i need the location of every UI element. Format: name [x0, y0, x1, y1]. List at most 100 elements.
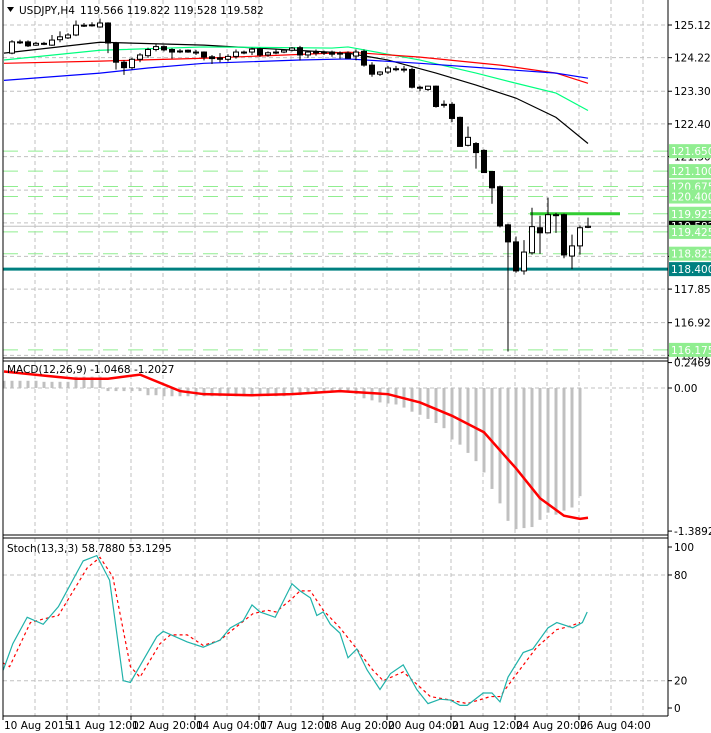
- level-label: 119.925: [671, 209, 711, 221]
- macd-histogram-bar: [26, 380, 30, 388]
- candle-bearish: [505, 224, 511, 243]
- candle-bullish: [41, 42, 47, 45]
- level-label: 118.825: [671, 249, 711, 261]
- candle-bullish: [233, 51, 239, 57]
- time-axis-label: 12 Aug 20:00: [132, 720, 203, 732]
- macd-title: MACD(12,26,9) -1.0468 -1.2027: [7, 364, 174, 376]
- macd-histogram-bar: [434, 388, 438, 424]
- stoch-axis-label: 100: [674, 542, 694, 554]
- candle-bullish: [49, 39, 55, 46]
- price-axis-label: 123.300: [674, 86, 711, 98]
- candle-bullish: [337, 52, 343, 55]
- candle-bullish: [545, 214, 551, 234]
- candle-bullish: [17, 41, 23, 44]
- macd-histogram-bar: [530, 388, 534, 528]
- time-axis-label: 21 Aug 12:00: [452, 720, 523, 732]
- candle-bullish: [353, 51, 359, 57]
- trading-chart[interactable]: 125.125124.225123.300122.400121.500118.7…: [0, 0, 711, 733]
- candle-bullish: [73, 24, 79, 36]
- candle-bearish: [209, 56, 215, 60]
- macd-histogram-bar: [146, 388, 150, 396]
- candle-bullish: [425, 85, 431, 90]
- candle-bearish: [457, 116, 463, 147]
- time-axis-label: 10 Aug 2015: [4, 720, 71, 732]
- macd-histogram-bar: [114, 388, 118, 392]
- candle-bullish: [89, 24, 95, 27]
- macd-histogram-bar: [50, 381, 54, 388]
- candle-bearish: [393, 68, 399, 71]
- macd-histogram-bar: [482, 388, 486, 473]
- macd-histogram-bar: [546, 388, 550, 513]
- macd-axis-label: -1.3892: [674, 526, 711, 538]
- level-label: 119.425: [671, 227, 711, 239]
- candle-bullish: [153, 46, 159, 51]
- stoch-axis-label: 0: [674, 703, 681, 715]
- macd-histogram-bar: [34, 380, 38, 388]
- candle-bullish: [385, 67, 391, 73]
- macd-histogram-bar: [18, 380, 22, 388]
- candle-bullish: [177, 50, 183, 53]
- macd-axis-label: 0.00: [674, 383, 697, 395]
- candle-bullish: [249, 48, 255, 53]
- macd-axis-label: 0.2469: [674, 358, 711, 370]
- time-axis-label: 20 Aug 04:00: [388, 720, 459, 732]
- candle-bearish: [481, 149, 487, 174]
- macd-histogram-bar: [130, 388, 134, 392]
- candle-bullish: [145, 49, 151, 57]
- candle-bearish: [185, 49, 191, 53]
- stoch-title: Stoch(13,3,3) 58.7880 53.1295: [7, 543, 172, 555]
- candle-bullish: [585, 225, 591, 228]
- price-axis-label: 124.225: [674, 53, 711, 65]
- candle-bullish: [33, 42, 39, 46]
- candle-bullish: [9, 41, 15, 54]
- candle-bullish: [553, 214, 559, 217]
- stoch-axis-label: 20: [674, 676, 687, 688]
- candle-bearish: [401, 68, 407, 71]
- macd-histogram-bar: [58, 381, 62, 388]
- candle-bullish: [97, 22, 103, 28]
- candle-bullish: [289, 47, 295, 51]
- candle-bearish: [449, 103, 455, 119]
- candle-bearish: [345, 52, 351, 59]
- level-label: 121.650: [671, 146, 711, 158]
- price-axis-label: 117.850: [674, 284, 711, 296]
- candle-bearish: [217, 57, 223, 60]
- ohlc-values: 119.566 119.822 119.528 119.582: [80, 5, 264, 17]
- candle-bullish: [241, 51, 247, 54]
- candle-bearish: [169, 49, 175, 53]
- time-axis-label: 14 Aug 04:00: [196, 720, 267, 732]
- macd-histogram-bar: [466, 388, 470, 453]
- candle-bearish: [201, 51, 207, 58]
- candle-bearish: [417, 86, 423, 89]
- candle-bullish: [273, 51, 279, 54]
- candle-bearish: [297, 47, 303, 56]
- price-axis-label: 116.925: [674, 318, 711, 330]
- candle-bullish: [377, 71, 383, 75]
- candle-bullish: [57, 36, 63, 41]
- macd-histogram-bar: [522, 388, 526, 529]
- candle-bullish: [569, 245, 575, 257]
- candle-bearish: [473, 143, 479, 154]
- macd-histogram-bar: [442, 388, 446, 429]
- candle-bearish: [161, 46, 167, 51]
- candle-bullish: [577, 227, 583, 247]
- time-axis-label: 11 Aug 12:00: [68, 720, 139, 732]
- chart-header: USDJPY,H4 119.566 119.822 119.528 119.58…: [7, 5, 264, 17]
- candle-bearish: [433, 85, 439, 107]
- macd-histogram-bar: [106, 388, 110, 392]
- candle-bearish: [113, 42, 119, 63]
- candle-bullish: [281, 49, 287, 53]
- stoch-axis-label: 80: [674, 570, 687, 582]
- candle-bullish: [81, 24, 87, 27]
- price-axis-label: 125.125: [674, 20, 711, 32]
- macd-histogram-bar: [162, 388, 166, 397]
- candle-bullish: [313, 51, 319, 54]
- level-label: 118.400: [671, 264, 711, 276]
- candle-bearish: [105, 22, 111, 44]
- candle-bearish: [25, 41, 31, 47]
- macd-histogram-bar: [10, 380, 14, 388]
- candle-bullish: [529, 226, 535, 254]
- macd-histogram-bar: [498, 388, 502, 504]
- time-axis-label: 26 Aug 04:00: [580, 720, 651, 732]
- macd-histogram-bar: [570, 388, 574, 508]
